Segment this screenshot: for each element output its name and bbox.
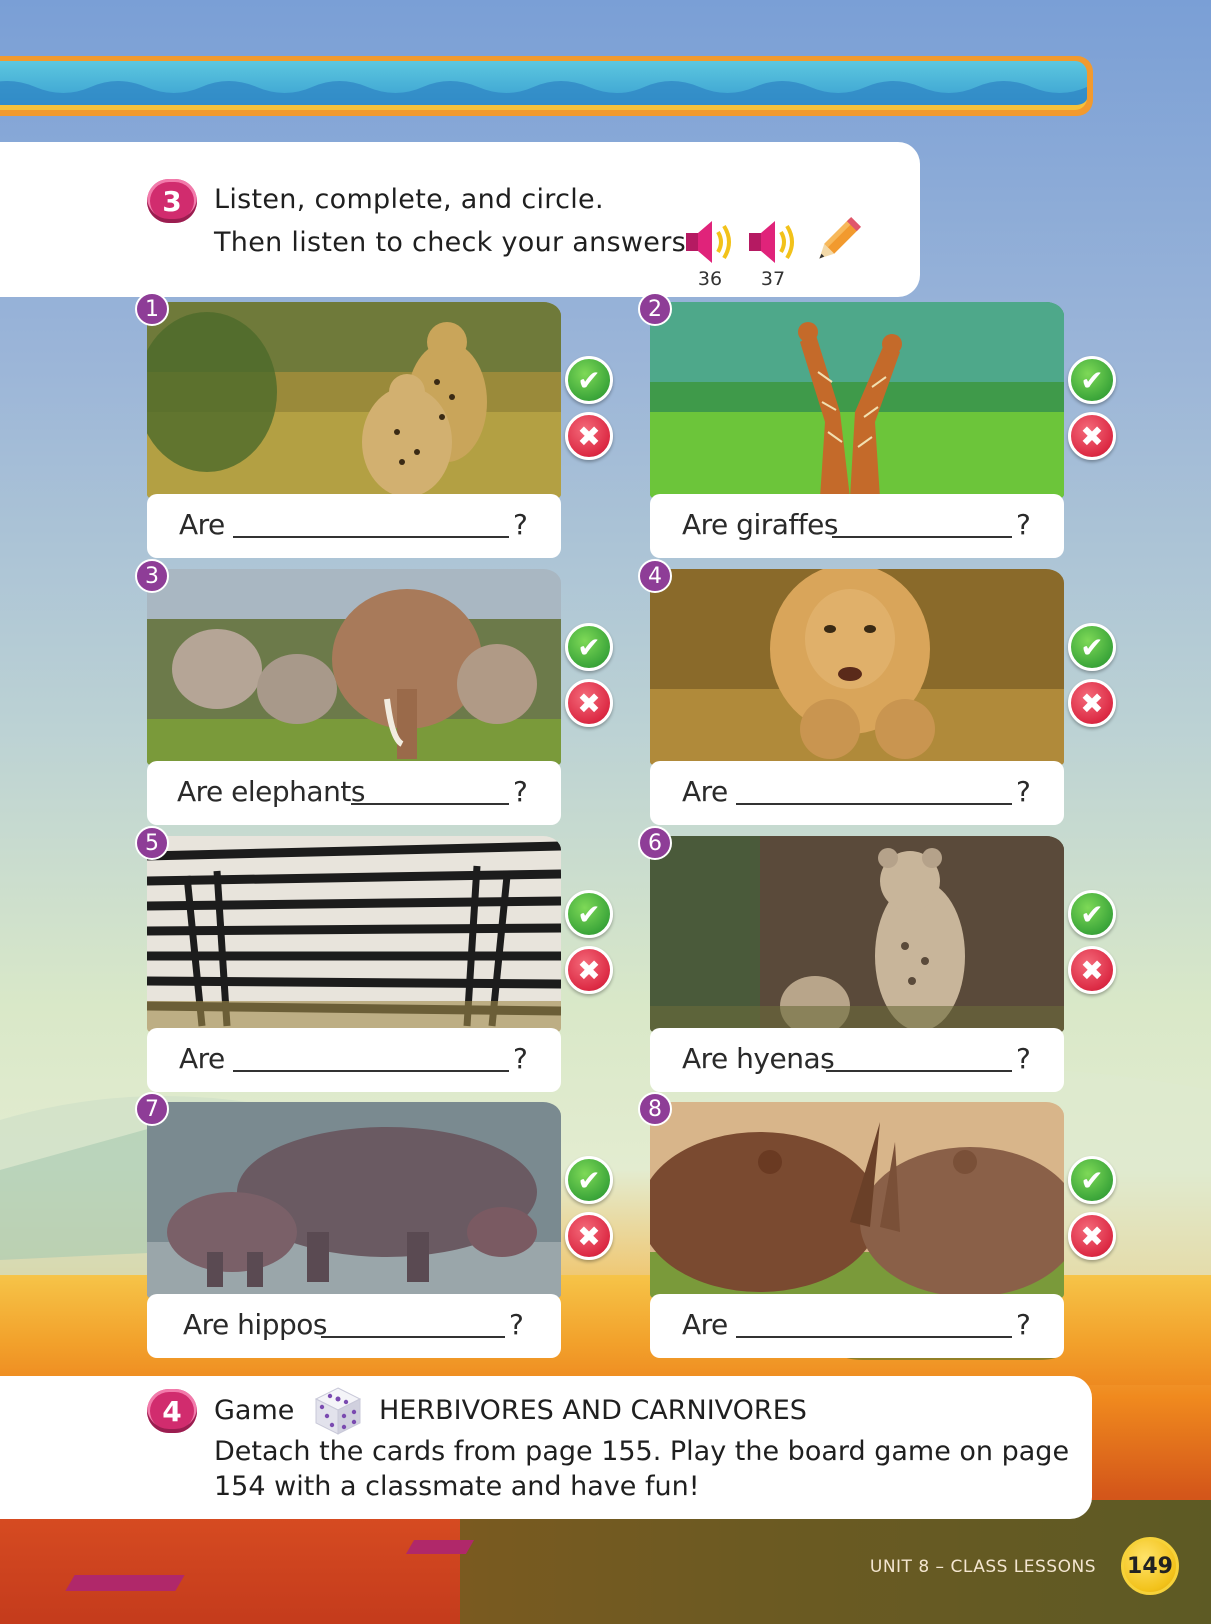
check-button[interactable]: ✔	[565, 890, 613, 938]
caption-box: Are hyenas ?	[650, 1028, 1064, 1092]
card-number: 3	[135, 559, 169, 593]
caption-box: Are ?	[147, 494, 561, 558]
check-button[interactable]: ✔	[1068, 1156, 1116, 1204]
photo-zebras	[147, 836, 561, 1032]
exercise-number-badge: 4	[147, 1389, 197, 1433]
savanna-red-ground	[0, 1505, 460, 1624]
check-button[interactable]: ✔	[1068, 356, 1116, 404]
caption-box: Are elephants ?	[147, 761, 561, 825]
photo-giraffes	[650, 302, 1064, 498]
question-mark: ?	[1016, 1042, 1031, 1075]
card-4: Are ? 4	[638, 559, 1064, 829]
question-mark: ?	[1016, 508, 1031, 541]
card-number: 6	[638, 826, 672, 860]
photo-rhinos	[650, 1102, 1064, 1298]
card-7: Are hippos ? 7	[135, 1092, 561, 1362]
card-5: Are ? 5	[135, 826, 561, 1096]
card-number: 1	[135, 292, 169, 326]
card-6: Are hyenas ? 6	[638, 826, 1064, 1096]
card-2: Are giraffes ? 2	[638, 292, 1064, 562]
speaker-icon[interactable]	[745, 215, 799, 269]
answer-blank[interactable]	[736, 1336, 1012, 1338]
speaker-icon[interactable]	[682, 215, 736, 269]
photo-cheetahs	[147, 302, 561, 498]
answer-blank[interactable]	[233, 1070, 509, 1072]
cross-button[interactable]: ✖	[565, 412, 613, 460]
page-number: 149	[1121, 1537, 1179, 1595]
caption-text: Are	[179, 508, 225, 541]
caption-box: Are hippos ?	[147, 1294, 561, 1358]
answer-blank[interactable]	[826, 1070, 1012, 1072]
caption-text: Are giraffes	[682, 508, 838, 541]
cross-button[interactable]: ✖	[1068, 946, 1116, 994]
caption-text: Are	[682, 775, 728, 808]
caption-text: Are elephants	[177, 775, 365, 808]
pencil-icon	[819, 216, 862, 259]
check-button[interactable]: ✔	[1068, 623, 1116, 671]
question-mark: ?	[509, 1308, 524, 1341]
check-button[interactable]: ✔	[565, 623, 613, 671]
instruction-line-2: Then listen to check your answers.	[214, 227, 695, 258]
card-number: 2	[638, 292, 672, 326]
card-8: Are ? 8	[638, 1092, 1064, 1362]
instruction-line-1: Listen, complete, and circle.	[214, 184, 604, 215]
cross-button[interactable]: ✖	[1068, 1212, 1116, 1260]
wave-decoration	[0, 81, 1087, 105]
question-mark: ?	[513, 1042, 528, 1075]
photo-lions	[650, 569, 1064, 765]
answer-blank[interactable]	[736, 803, 1012, 805]
answer-blank[interactable]	[321, 1336, 505, 1338]
answer-blank[interactable]	[351, 803, 509, 805]
photo-hyenas	[650, 836, 1064, 1032]
game-label: Game	[214, 1395, 295, 1426]
decor-shape	[65, 1575, 185, 1591]
decor-shape	[405, 1540, 475, 1554]
caption-box: Are ?	[650, 761, 1064, 825]
caption-box: Are giraffes ?	[650, 494, 1064, 558]
card-1: Are ? 1	[135, 292, 561, 562]
card-number: 4	[638, 559, 672, 593]
check-button[interactable]: ✔	[565, 1156, 613, 1204]
track-number: 36	[697, 268, 723, 290]
cross-button[interactable]: ✖	[565, 946, 613, 994]
header-banner	[0, 56, 1093, 116]
footer-unit-label: UNIT 8 – CLASS LESSONS	[869, 1557, 1096, 1577]
question-mark: ?	[1016, 1308, 1031, 1341]
cross-button[interactable]: ✖	[565, 679, 613, 727]
photo-hippos	[147, 1102, 561, 1298]
check-button[interactable]: ✔	[565, 356, 613, 404]
caption-box: Are ?	[147, 1028, 561, 1092]
check-button[interactable]: ✔	[1068, 890, 1116, 938]
game-instruction-2: 154 with a classmate and have fun!	[214, 1471, 700, 1502]
track-number: 37	[760, 268, 786, 290]
cross-button[interactable]: ✖	[565, 1212, 613, 1260]
card-number: 8	[638, 1092, 672, 1126]
dice-icon	[314, 1387, 362, 1435]
cross-button[interactable]: ✖	[1068, 412, 1116, 460]
caption-text: Are	[179, 1042, 225, 1075]
game-title: HERBIVORES AND CARNIVORES	[379, 1395, 807, 1426]
answer-blank[interactable]	[832, 536, 1012, 538]
caption-text: Are hyenas	[682, 1042, 835, 1075]
question-mark: ?	[1016, 775, 1031, 808]
photo-elephants	[147, 569, 561, 765]
card-number: 7	[135, 1092, 169, 1126]
cross-button[interactable]: ✖	[1068, 679, 1116, 727]
exercise-number-badge: 3	[147, 179, 197, 223]
caption-text: Are hippos	[183, 1308, 327, 1341]
answer-blank[interactable]	[233, 536, 509, 538]
caption-box: Are ?	[650, 1294, 1064, 1358]
question-mark: ?	[513, 775, 528, 808]
question-mark: ?	[513, 508, 528, 541]
card-3: Are elephants ? 3	[135, 559, 561, 829]
caption-text: Are	[682, 1308, 728, 1341]
card-number: 5	[135, 826, 169, 860]
game-instruction-1: Detach the cards from page 155. Play the…	[214, 1436, 1070, 1467]
